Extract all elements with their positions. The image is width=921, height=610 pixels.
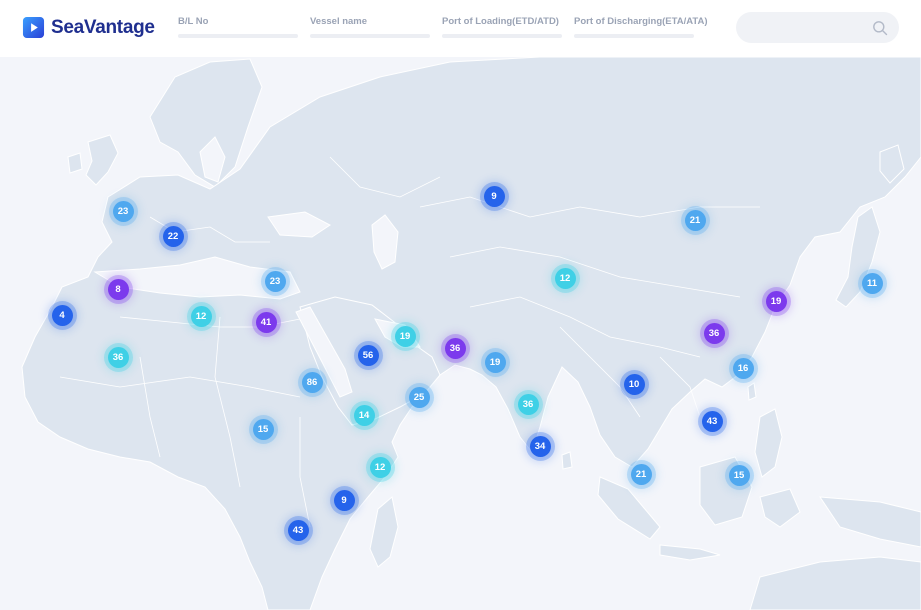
- cluster-marker[interactable]: 11: [861, 272, 883, 294]
- bl-no-input[interactable]: [178, 34, 298, 38]
- cluster-marker[interactable]: 15: [728, 464, 750, 486]
- cluster-marker[interactable]: 43: [287, 519, 309, 541]
- vessel-name-label: Vessel name: [310, 16, 368, 27]
- cluster-marker[interactable]: 23: [112, 200, 134, 222]
- cluster-marker[interactable]: 4: [51, 304, 73, 326]
- brand-logo[interactable]: SeaVantage: [22, 16, 155, 39]
- cluster-marker[interactable]: 36: [703, 322, 725, 344]
- cluster-marker[interactable]: 21: [684, 209, 706, 231]
- cluster-marker[interactable]: 19: [394, 325, 416, 347]
- port-of-discharging-label: Port of Discharging(ETA/ATA): [574, 16, 708, 27]
- cluster-layer: 23 22 8 4 36 12 23 41 9 12 21 19 11 19 56 36 19 36 16 86 25 1…: [0, 57, 921, 610]
- cluster-marker[interactable]: 12: [190, 305, 212, 327]
- cluster-marker[interactable]: 86: [301, 371, 323, 393]
- cluster-marker[interactable]: 36: [107, 346, 129, 368]
- cluster-marker[interactable]: 21: [630, 463, 652, 485]
- cluster-marker[interactable]: 36: [517, 393, 539, 415]
- cluster-marker[interactable]: 12: [554, 267, 576, 289]
- cluster-marker[interactable]: 22: [162, 225, 184, 247]
- cluster-marker[interactable]: 56: [357, 344, 379, 366]
- cluster-marker[interactable]: 8: [107, 278, 129, 300]
- play-icon: [22, 16, 45, 39]
- vessel-name-input[interactable]: [310, 34, 430, 38]
- search-icon[interactable]: [872, 20, 888, 36]
- world-map[interactable]: 23 22 8 4 36 12 23 41 9 12 21 19 11 19 56 36 19 36 16 86 25 1…: [0, 57, 921, 610]
- port-of-loading-label: Port of Loading(ETD/ATD): [442, 16, 559, 27]
- port-of-discharging-input[interactable]: [574, 34, 694, 38]
- port-of-loading-field[interactable]: Port of Loading(ETD/ATD): [442, 16, 562, 38]
- cluster-marker[interactable]: 9: [333, 489, 355, 511]
- cluster-marker[interactable]: 19: [484, 351, 506, 373]
- cluster-marker[interactable]: 34: [529, 435, 551, 457]
- cluster-marker[interactable]: 9: [483, 185, 505, 207]
- cluster-marker[interactable]: 36: [444, 337, 466, 359]
- cluster-marker[interactable]: 14: [353, 404, 375, 426]
- cluster-marker[interactable]: 41: [255, 311, 277, 333]
- port-of-loading-input[interactable]: [442, 34, 562, 38]
- bl-no-field[interactable]: B/L No: [178, 16, 298, 38]
- vessel-name-field[interactable]: Vessel name: [310, 16, 430, 38]
- bl-no-label: B/L No: [178, 16, 209, 27]
- cluster-marker[interactable]: 10: [623, 373, 645, 395]
- cluster-marker[interactable]: 23: [264, 270, 286, 292]
- cluster-marker[interactable]: 16: [732, 357, 754, 379]
- cluster-marker[interactable]: 15: [252, 418, 274, 440]
- cluster-marker[interactable]: 25: [408, 386, 430, 408]
- cluster-marker[interactable]: 43: [701, 410, 723, 432]
- top-bar: SeaVantage B/L No Vessel name Port of Lo…: [0, 0, 921, 57]
- brand-name: SeaVantage: [51, 16, 155, 38]
- search-input[interactable]: [736, 12, 899, 43]
- cluster-marker[interactable]: 12: [369, 456, 391, 478]
- port-of-discharging-field[interactable]: Port of Discharging(ETA/ATA): [574, 16, 708, 38]
- cluster-marker[interactable]: 19: [765, 290, 787, 312]
